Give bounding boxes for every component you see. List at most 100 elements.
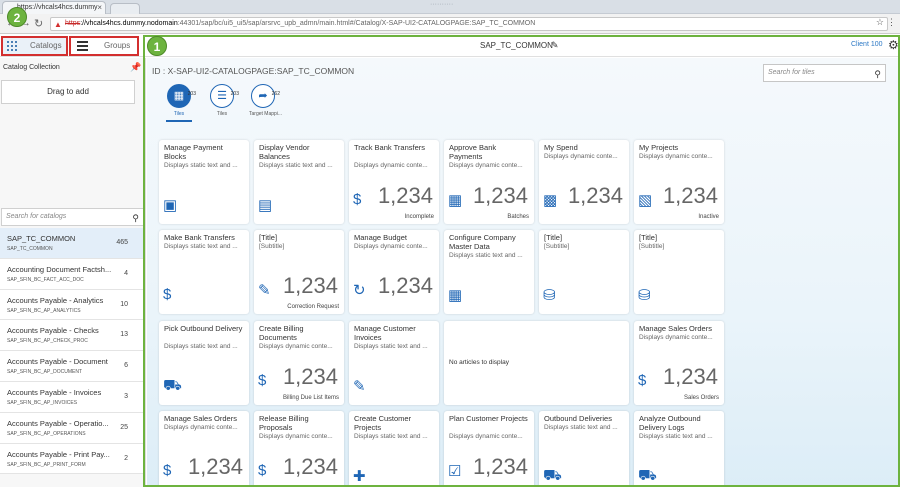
catalogs-button[interactable]: Catalogs (1, 36, 68, 56)
database-gear-icon: ⛁ (638, 287, 651, 304)
doc-dollar-icon: $ (258, 462, 267, 479)
tile[interactable]: [Title] [Subtitle] ⛁ (634, 230, 724, 314)
search-icon[interactable]: ⚲ (132, 210, 139, 226)
grid-icon: ▦ 203 (167, 84, 196, 108)
segment-target-mappings[interactable]: ➦ 262 Target Mappi... (249, 84, 283, 117)
new-tab-button[interactable] (110, 3, 140, 14)
checklist-icon: ☑ (448, 463, 462, 480)
reload-icon[interactable]: ↻ (34, 17, 43, 30)
catalog-list-item[interactable]: Accounting Document Factsh... SAP_SFIN_BC… (0, 258, 143, 290)
catalog-count: 3 (124, 392, 128, 400)
tile[interactable]: Pick Outbound Delivery Displays static te… (159, 321, 249, 405)
tile-number: 1,234 (662, 183, 718, 208)
tile-subtitle: Displays static text and ... (164, 162, 238, 169)
callout-badge-1: 1 (147, 36, 167, 56)
tile-title: Configure Company Master Data (449, 233, 516, 251)
monitor-dollar-icon: ▤ (258, 197, 273, 214)
tile[interactable]: Make Bank Transfers Displays static text … (159, 230, 249, 314)
address-bar: ← → ↻ ▲ https://vhcals4hcs.dummy.nodomai… (0, 14, 900, 34)
tile[interactable]: Manage Payment Blocks Displays static tex… (159, 140, 249, 224)
tile-title: Track Bank Transfers (354, 143, 425, 152)
catalog-id: SAP_SFIN_BC_AP_ANALYTICS (7, 307, 81, 314)
tile[interactable]: Manage Budget Displays dynamic conte... 1,… (349, 230, 439, 314)
catalog-list-item[interactable]: Accounts Payable - Operatio... SAP_SFIN_B… (0, 412, 143, 444)
tile-title: My Projects (639, 143, 679, 152)
tile[interactable]: My Spend Displays dynamic conte... 1,234 ▩ (539, 140, 629, 224)
tile[interactable]: [Title] [Subtitle] 1,234 Correction Request… (254, 230, 344, 314)
catalog-list-item[interactable]: Accounts Payable - Print Pay... SAP_SFIN_… (0, 443, 143, 475)
catalog-id: SAP_SFIN_BC_AP_DOCUMENT (7, 369, 83, 376)
building-gear-icon: ▦ (448, 287, 463, 304)
tile-subtitle: Displays dynamic conte... (639, 334, 713, 341)
url-scheme: https (65, 20, 81, 27)
dashboard-icon: ▩ (543, 192, 558, 209)
catalog-list-item[interactable]: Accounts Payable - Invoices SAP_SFIN_BC_A… (0, 381, 143, 413)
tile[interactable]: Analyze Outbound Delivery Logs Displays s… (634, 411, 724, 487)
browser-menu-icon[interactable]: ⋮ (887, 17, 896, 28)
browser-tab-bar: https://vhcals4hcs.dummy × ·········· (0, 0, 900, 14)
catalogs-label: Catalogs (30, 41, 62, 50)
pin-icon[interactable]: 📌 (130, 62, 141, 73)
tile[interactable]: No articles to display (444, 321, 629, 405)
tile[interactable]: Manage Sales Orders Displays dynamic cont… (634, 321, 724, 405)
tile[interactable]: Create Billing Documents Displays dynamic… (254, 321, 344, 405)
tile-title: Manage Payment Blocks (164, 143, 223, 161)
tile-subtitle: Displays dynamic conte... (544, 153, 618, 160)
pencil-icon[interactable]: ✎ (551, 40, 559, 51)
segment-tiles[interactable]: ▦ 203 Tiles (165, 84, 196, 117)
doc-dollar-plus-icon: $ (258, 372, 267, 389)
segment-tiles-list[interactable]: ☰ 203 Tiles (208, 84, 239, 117)
catalog-search-placeholder: Search for catalogs (6, 213, 67, 220)
search-icon[interactable]: ⚲ (874, 66, 881, 82)
url-input[interactable]: ▲ https://vhcals4hcs.dummy.nodomain:4430… (50, 17, 888, 31)
tile[interactable]: Create Customer Projects Displays static … (349, 411, 439, 487)
tile[interactable]: My Projects Displays dynamic conte... 1,23… (634, 140, 724, 224)
tile-number: 1,234 (377, 183, 433, 208)
tile-search-input[interactable]: Search for tiles ⚲ (763, 64, 886, 82)
tile[interactable]: Release Billing Proposals Displays dynami… (254, 411, 344, 487)
edit-doc-icon: ✎ (258, 282, 271, 299)
tile-title: Manage Customer Invoices (354, 324, 416, 342)
budget-cycle-icon: ↻ (353, 282, 366, 299)
bookmark-star-icon[interactable]: ☆ (876, 17, 884, 28)
tile-title: My Spend (544, 143, 578, 152)
tile-title: Pick Outbound Delivery (164, 324, 243, 333)
segment-active-indicator (166, 120, 192, 122)
catalog-list-item[interactable]: SAP_TC_COMMON SAP_TC_COMMON 465 (0, 228, 143, 259)
catalog-list-item[interactable]: Accounts Payable - Document SAP_SFIN_BC_A… (0, 351, 143, 382)
tile[interactable]: Approve Bank Payments Displays dynamic co… (444, 140, 534, 224)
catalog-list-item[interactable]: Accounts Payable - Checks SAP_SFIN_BC_AP_… (0, 320, 143, 352)
tile[interactable]: Track Bank Transfers Displays dynamic con… (349, 140, 439, 224)
catalog-search-input[interactable]: Search for catalogs ⚲ (1, 208, 144, 226)
groups-button[interactable]: Groups (69, 36, 139, 56)
tile[interactable]: Plan Customer Projects Displays dynamic c… (444, 411, 534, 487)
catalog-id: SAP_SFIN_BC_AP_PRINT_FORM (7, 461, 86, 468)
drag-to-add-area[interactable]: Drag to add (1, 80, 135, 104)
tile-number: 1,234 (187, 454, 243, 479)
tile-number: 1,234 (282, 454, 338, 479)
segment-label: Target Mappi... (249, 111, 283, 117)
tile[interactable]: [Title] [Subtitle] ⛁ (539, 230, 629, 314)
catalog-list-item[interactable]: Accounts Payable - Analytics SAP_SFIN_BC_… (0, 289, 143, 321)
tile-number: 1,234 (377, 273, 433, 298)
tile-subtitle: Displays dynamic conte... (259, 343, 333, 350)
tile[interactable]: Manage Customer Invoices Displays static … (349, 321, 439, 405)
tile-title: Create Billing Documents (259, 324, 304, 342)
tile[interactable]: Display Vendor Balances Displays static t… (254, 140, 344, 224)
tile[interactable]: Outbound Deliveries Displays static text … (539, 411, 629, 487)
tab-close-icon[interactable]: × (97, 2, 102, 14)
truck-list-icon: ⛟ (543, 467, 562, 484)
catalog-name: Accounts Payable - Checks (7, 326, 99, 336)
tile[interactable]: Configure Company Master Data Displays st… (444, 230, 534, 314)
tile-subtitle: Displays static text and ... (354, 343, 428, 350)
gear-icon[interactable]: ⚙ (888, 38, 899, 52)
url-host: ://vhcals4hcs.dummy.nodomain (80, 20, 178, 27)
catalog-name: SAP_TC_COMMON (7, 234, 76, 243)
bank-doc-icon: ▦ (448, 192, 463, 209)
tile-subtitle: Displays static text and ... (164, 343, 238, 350)
tile[interactable]: Manage Sales Orders Displays dynamic cont… (159, 411, 249, 487)
tile-number: 1,234 (282, 273, 338, 298)
tile-subtitle: Displays dynamic conte... (259, 433, 333, 440)
tile-number: 1,234 (282, 364, 338, 389)
url-path: :44301/sap/bc/ui5_ui5/sap/arsrvc_upb_adm… (177, 20, 536, 27)
